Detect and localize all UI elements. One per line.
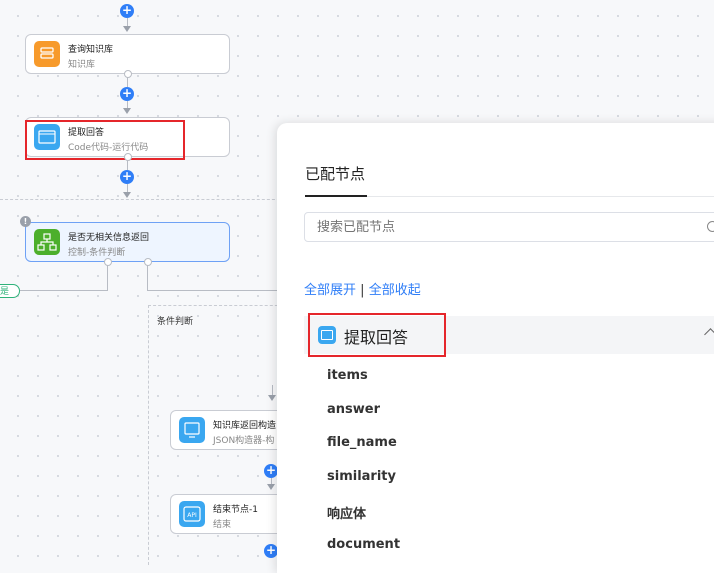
field-item[interactable]: 响应体 (327, 503, 366, 522)
group-border-top (0, 199, 290, 200)
edge (272, 385, 273, 395)
node-title: 知识库返回构造 (213, 421, 277, 431)
add-node-button[interactable]: + (264, 464, 278, 478)
node-title: 查询知识库 (68, 45, 114, 55)
expand-collapse-links: 全部展开 | 全部收起 (304, 279, 421, 298)
edge (127, 184, 128, 192)
arrow-icon (267, 484, 275, 490)
highlight-box (308, 313, 446, 357)
warning-icon: ! (20, 216, 31, 227)
edge (147, 265, 148, 290)
collapse-all-link[interactable]: 全部收起 (369, 283, 421, 298)
json-icon (179, 417, 205, 443)
add-node-button[interactable]: + (264, 544, 278, 558)
output-port-yes[interactable] (104, 258, 112, 266)
node-condition-check[interactable]: 是否无相关信息返回 控制-条件判断 (25, 222, 230, 262)
node-subtitle: JSON构造器-构 (213, 436, 275, 446)
database-icon (34, 41, 60, 67)
expand-all-link[interactable]: 全部展开 (304, 283, 356, 298)
arrow-icon (268, 395, 276, 401)
node-title: 是否无相关信息返回 (68, 233, 150, 243)
add-node-button[interactable]: + (120, 170, 134, 184)
configured-nodes-panel: 已配节点 全部展开 | 全部收起 提取回答 items answer file_… (277, 123, 714, 573)
field-item[interactable]: answer (327, 402, 380, 417)
edge (147, 290, 287, 291)
field-item[interactable]: document (327, 537, 400, 552)
edge (127, 101, 128, 108)
api-icon: API (179, 501, 205, 527)
edge (127, 18, 128, 26)
edge (20, 290, 108, 291)
field-item[interactable]: similarity (327, 469, 396, 484)
arrow-icon (123, 26, 131, 32)
search-input[interactable] (304, 212, 714, 242)
output-port[interactable] (124, 70, 132, 78)
branch-yes-label: 是 (0, 284, 20, 298)
condition-group-border-left (148, 305, 149, 565)
add-node-button[interactable]: + (120, 4, 134, 18)
edge (107, 265, 108, 290)
node-title: 结束节点-1 (213, 505, 258, 515)
arrow-icon (123, 108, 131, 114)
condition-group-title: 条件判断 (157, 317, 194, 327)
search-icon[interactable] (707, 221, 714, 232)
field-item[interactable]: file_name (327, 435, 397, 450)
link-separator: | (360, 283, 365, 298)
add-node-button[interactable]: + (120, 87, 134, 101)
field-item[interactable]: items (327, 368, 368, 383)
output-port[interactable] (124, 153, 132, 161)
output-port-no[interactable] (144, 258, 152, 266)
condition-group-border-top (148, 305, 288, 306)
node-subtitle: 知识库 (68, 60, 96, 70)
highlight-box (25, 120, 185, 160)
svg-text:API: API (187, 512, 197, 519)
node-subtitle: 结束 (213, 520, 232, 530)
arrow-icon (123, 192, 131, 198)
tab-underline (305, 195, 367, 197)
node-query-knowledge[interactable]: 查询知识库 知识库 (25, 34, 230, 74)
chevron-up-icon[interactable] (704, 328, 714, 341)
node-subtitle: 控制-条件判断 (68, 248, 126, 258)
branch-icon (34, 229, 60, 255)
divider (367, 196, 714, 197)
panel-title: 已配节点 (305, 165, 366, 183)
